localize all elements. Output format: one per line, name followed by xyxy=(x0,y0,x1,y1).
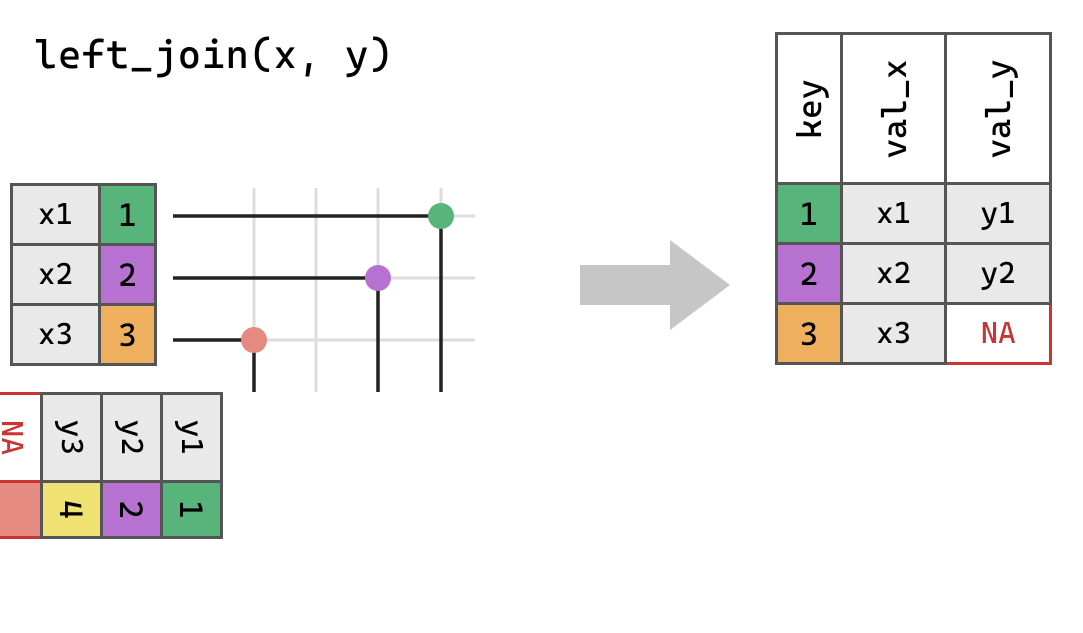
result-vy-2: NA xyxy=(946,304,1051,364)
table-row: NA xyxy=(0,394,42,538)
y-val-1: y2 xyxy=(102,394,162,482)
table-y-wrap: y1 1 y2 2 y3 4 NA xyxy=(0,392,223,539)
result-header-key: key xyxy=(777,34,842,184)
table-row: 3 x3 NA xyxy=(777,304,1051,364)
y-key-0: 1 xyxy=(162,482,222,538)
table-row: y3 4 xyxy=(42,394,102,538)
table-result: key val_x val_y 1 x1 y1 2 x2 y2 3 x3 NA xyxy=(775,32,1052,365)
result-header-valy: val_y xyxy=(946,34,1051,184)
result-vx-1: x2 xyxy=(841,244,946,304)
x-key-2: 3 xyxy=(100,305,156,365)
result-vy-0: y1 xyxy=(946,184,1051,244)
result-vy-1: y2 xyxy=(946,244,1051,304)
result-vx-0: x1 xyxy=(841,184,946,244)
match-dot-3 xyxy=(241,327,267,353)
table-row: x2 2 xyxy=(12,245,156,305)
result-header-valx: val_x xyxy=(841,34,946,184)
y-val-3: NA xyxy=(0,394,42,482)
x-val-2: x3 xyxy=(12,305,100,365)
y-key-3 xyxy=(0,482,42,538)
match-dot-1 xyxy=(428,203,454,229)
table-row: y2 2 xyxy=(102,394,162,538)
result-key-1: 2 xyxy=(777,244,842,304)
y-val-0: y1 xyxy=(162,394,222,482)
y-val-2: y3 xyxy=(42,394,102,482)
arrow-icon xyxy=(580,240,730,330)
table-row: 1 x1 y1 xyxy=(777,184,1051,244)
table-row: x1 1 xyxy=(12,185,156,245)
table-x: x1 1 x2 2 x3 3 xyxy=(10,183,157,366)
result-key-2: 3 xyxy=(777,304,842,364)
x-key-0: 1 xyxy=(100,185,156,245)
table-y: y1 1 y2 2 y3 4 NA xyxy=(0,392,223,539)
y-key-1: 2 xyxy=(102,482,162,538)
x-val-1: x2 xyxy=(12,245,100,305)
match-dot-2 xyxy=(365,265,391,291)
result-vx-2: x3 xyxy=(841,304,946,364)
table-row: x3 3 xyxy=(12,305,156,365)
table-row: y1 1 xyxy=(162,394,222,538)
table-row: 2 x2 y2 xyxy=(777,244,1051,304)
x-key-1: 2 xyxy=(100,245,156,305)
result-key-0: 1 xyxy=(777,184,842,244)
diagram-title: left_join(x, y) xyxy=(34,32,393,78)
y-key-2: 4 xyxy=(42,482,102,538)
x-val-0: x1 xyxy=(12,185,100,245)
